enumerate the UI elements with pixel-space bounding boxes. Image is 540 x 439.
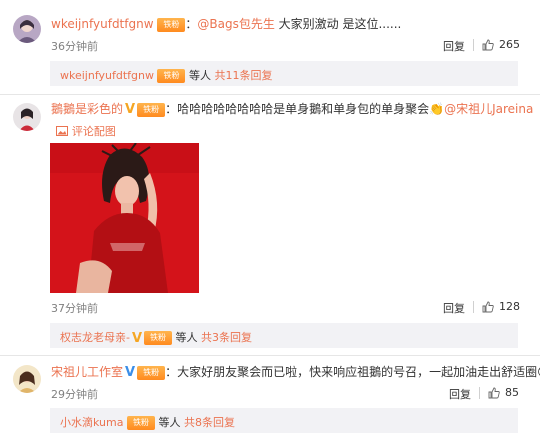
avatar[interactable]	[13, 103, 41, 131]
username-link[interactable]: wkeijnfyufdtfgnw	[51, 17, 154, 31]
like-button[interactable]: 265	[482, 38, 520, 51]
reply-button[interactable]: 回复	[443, 38, 465, 54]
username-link[interactable]: 宋祖儿工作室	[51, 365, 123, 379]
comment-body: 宋祖儿工作室 V 铁粉 ：大家好朋友聚会而已啦，快来响应祖鵝的号召，一起加油走出舒适圈…	[51, 363, 540, 380]
reply-user-link[interactable]: 权志龙老母亲-	[60, 331, 130, 344]
timestamp: 37分钟前	[51, 302, 98, 315]
comment-text: 大家别激动 是这位......	[274, 17, 402, 31]
comment-text: 哈哈哈哈哈哈哈哈是单身鵝和单身包的单身聚会	[177, 102, 430, 116]
divider	[0, 94, 540, 95]
thumbs-up-icon	[482, 301, 494, 312]
mention-link[interactable]: @Bags包先生	[197, 17, 274, 31]
reply-button[interactable]: 回复	[449, 386, 471, 402]
fan-badge[interactable]: 铁粉	[137, 365, 166, 380]
image-link[interactable]: 评论配图	[56, 123, 116, 139]
comment-image[interactable]	[50, 143, 199, 293]
like-button[interactable]: 85	[488, 386, 519, 399]
reply-others: 等人	[158, 416, 181, 429]
comment-body: wkeijnfyufdtfgnw 铁粉 ：@Bags包先生 大家别激动 是这位..…	[51, 15, 401, 32]
reply-count-link[interactable]: 共3条回复	[201, 331, 252, 344]
reply-user-link[interactable]: 小水滴kuma	[60, 416, 123, 429]
timestamp: 36分钟前	[51, 40, 98, 53]
colon: ：	[185, 17, 198, 31]
reply-summary[interactable]: wkeijnfyufdtfgnw 铁粉 等人 共11条回复	[50, 61, 518, 86]
fan-badge: 铁粉	[126, 416, 155, 430]
image-link-label: 评论配图	[71, 125, 116, 138]
reply-others: 等人	[175, 331, 198, 344]
fan-badge: 铁粉	[144, 331, 173, 345]
reply-summary[interactable]: 权志龙老母亲- V 铁粉 等人 共3条回复	[50, 323, 518, 348]
clap-emoji-icon: 👏	[429, 102, 445, 116]
comment-text: 大家好朋友聚会而已啦，快来响应祖鵝的号召，一起加油走出舒适圈	[177, 365, 538, 379]
fan-badge: 铁粉	[157, 69, 186, 83]
username-link[interactable]: 鵝鵝是彩色的	[51, 102, 123, 116]
like-count: 265	[499, 38, 520, 51]
reply-count-link[interactable]: 共11条回复	[214, 69, 272, 82]
colon: ：	[165, 102, 178, 116]
thumbs-up-icon	[488, 387, 500, 398]
thumbs-up-icon	[482, 39, 494, 50]
divider	[479, 387, 480, 399]
verified-v-icon: V	[131, 330, 143, 346]
divider	[473, 301, 474, 313]
mention-link[interactable]: @宋祖儿Jareina	[444, 102, 533, 116]
reply-user-link[interactable]: wkeijnfyufdtfgnw	[60, 69, 154, 82]
verified-v-icon: V	[125, 102, 136, 117]
avatar[interactable]	[13, 15, 41, 43]
reply-button[interactable]: 回复	[443, 300, 465, 316]
fan-badge[interactable]: 铁粉	[157, 17, 186, 32]
comment-body: 鵝鵝是彩色的 V 铁粉 ：哈哈哈哈哈哈哈哈是单身鵝和单身包的单身聚会👏@宋祖儿Jare…	[51, 100, 533, 117]
colon: ：	[165, 365, 178, 379]
divider	[0, 355, 540, 356]
fan-badge[interactable]: 铁粉	[137, 102, 166, 117]
like-button[interactable]: 128	[482, 300, 520, 313]
divider	[473, 39, 474, 51]
verified-v-icon: V	[125, 365, 136, 380]
reply-others: 等人	[188, 69, 211, 82]
like-count: 85	[505, 386, 519, 399]
picture-icon	[56, 126, 68, 136]
reply-count-link[interactable]: 共8条回复	[184, 416, 235, 429]
avatar[interactable]	[13, 365, 41, 393]
timestamp: 29分钟前	[51, 388, 98, 401]
like-count: 128	[499, 300, 520, 313]
reply-summary[interactable]: 小水滴kuma 铁粉 等人 共8条回复	[50, 408, 518, 433]
